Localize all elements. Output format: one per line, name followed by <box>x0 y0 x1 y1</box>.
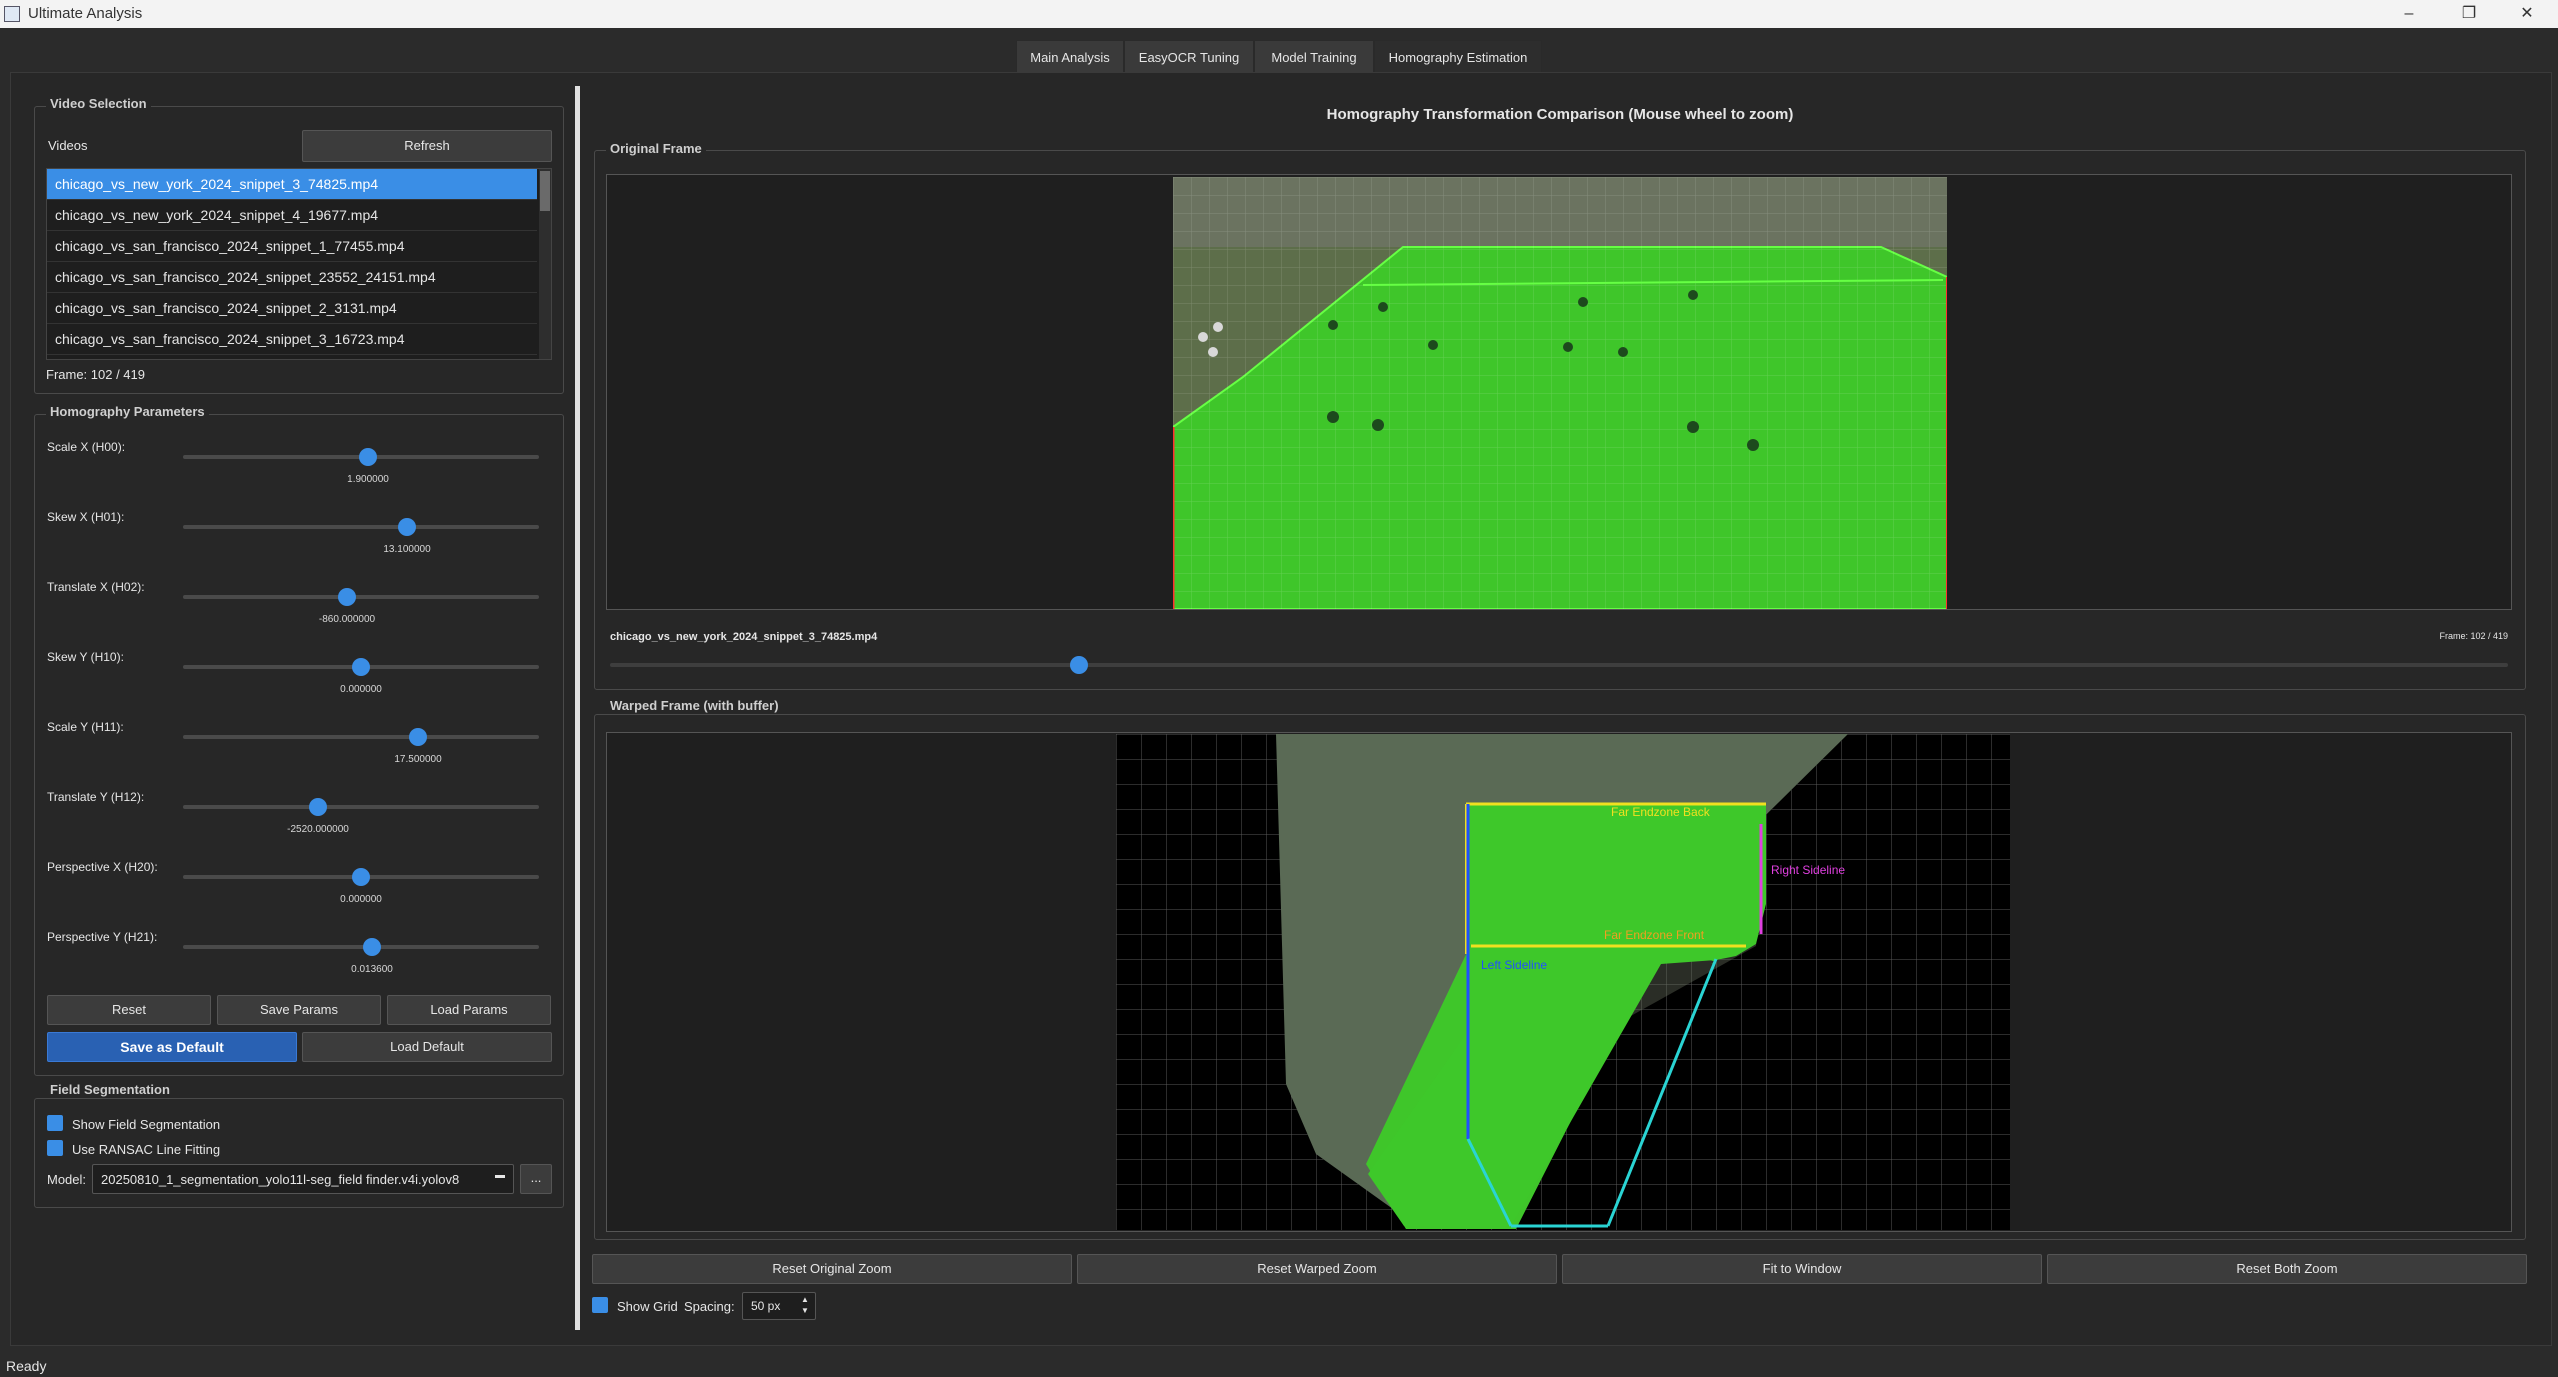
param-slider-handle[interactable] <box>309 798 327 816</box>
show-field-segmentation-label: Show Field Segmentation <box>72 1117 221 1132</box>
param-slider[interactable] <box>183 658 539 676</box>
list-item[interactable]: chicago_vs_new_york_2024_snippet_3_74825… <box>47 169 537 200</box>
tab-homography-estimation[interactable]: Homography Estimation <box>1374 40 1542 75</box>
load-params-button[interactable]: Load Params <box>387 995 551 1025</box>
param-label: Perspective X (H20): <box>47 860 158 874</box>
videos-label: Videos <box>48 138 88 153</box>
show-field-segmentation-checkbox[interactable] <box>47 1115 63 1131</box>
param-slider[interactable] <box>183 728 539 746</box>
warped-frame-view[interactable]: Far Endzone Back Right Sideline Far Endz… <box>606 732 2512 1232</box>
grid-spacing-spinbox[interactable]: 50 px ▲ ▼ <box>742 1292 816 1320</box>
status-text: Ready <box>6 1358 47 1374</box>
param-label: Scale X (H00): <box>47 440 126 454</box>
param-label: Translate Y (H12): <box>47 790 145 804</box>
fit-to-window-button[interactable]: Fit to Window <box>1562 1254 2042 1284</box>
frame-counter: Frame: 102 / 419 <box>46 367 145 382</box>
list-scrollbar[interactable] <box>539 169 551 359</box>
list-item[interactable]: chicago_vs_san_francisco_2024_snippet_2_… <box>47 293 537 324</box>
param-label: Skew Y (H10): <box>47 650 124 664</box>
splitter-handle[interactable] <box>575 86 580 1330</box>
save-params-button[interactable]: Save Params <box>217 995 381 1025</box>
close-button[interactable]: ✕ <box>2498 0 2556 28</box>
chevron-down-icon: ▬ <box>495 1170 505 1181</box>
warped-frame-image: Far Endzone Back Right Sideline Far Endz… <box>1116 734 2010 1230</box>
status-bar: Ready <box>0 1354 2558 1377</box>
app-icon <box>4 6 20 22</box>
param-slider[interactable] <box>183 868 539 886</box>
param-value: -2520.000000 <box>287 824 349 835</box>
minimize-button[interactable]: – <box>2380 0 2438 28</box>
param-slider-handle[interactable] <box>398 518 416 536</box>
warped-frame-title: Warped Frame (with buffer) <box>606 698 783 713</box>
reset-button[interactable]: Reset <box>47 995 211 1025</box>
video-list[interactable]: chicago_vs_new_york_2024_snippet_3_74825… <box>46 168 552 360</box>
homography-params-title: Homography Parameters <box>46 404 209 419</box>
param-slider[interactable] <box>183 938 539 956</box>
param-value: 0.000000 <box>340 684 382 695</box>
frame-scrubber-handle[interactable] <box>1070 656 1088 674</box>
tab-model-training[interactable]: Model Training <box>1254 40 1374 74</box>
model-label: Model: <box>47 1172 87 1187</box>
param-slider-handle[interactable] <box>352 868 370 886</box>
comparison-heading: Homography Transformation Comparison (Mo… <box>1326 106 1794 123</box>
list-item[interactable]: chicago_vs_san_francisco_2024_snippet_3_… <box>47 324 537 355</box>
load-default-button[interactable]: Load Default <box>302 1032 552 1062</box>
field-segmentation-title: Field Segmentation <box>46 1082 174 1097</box>
param-value: -860.000000 <box>318 614 376 625</box>
param-slider[interactable] <box>183 448 539 466</box>
tab-main-analysis[interactable]: Main Analysis <box>1016 40 1124 74</box>
model-select[interactable]: 20250810_1_segmentation_yolo11l-seg_fiel… <box>92 1164 514 1194</box>
frame-scrubber[interactable] <box>610 656 2508 674</box>
param-label: Skew X (H01): <box>47 510 125 524</box>
reset-original-zoom-button[interactable]: Reset Original Zoom <box>592 1254 1072 1284</box>
ransac-label: Use RANSAC Line Fitting <box>72 1142 221 1157</box>
right-sideline-label: Right Sideline <box>1771 863 1845 877</box>
model-value: 20250810_1_segmentation_yolo11l-seg_fiel… <box>101 1172 460 1187</box>
show-grid-checkbox[interactable] <box>592 1297 608 1313</box>
window-title: Ultimate Analysis <box>28 5 143 22</box>
title-bar: Ultimate Analysis – ❐ ✕ <box>0 0 2558 28</box>
param-label: Scale Y (H11): <box>47 720 124 734</box>
param-value: 0.013600 <box>351 964 393 975</box>
left-sideline-label: Left Sideline <box>1481 958 1547 972</box>
param-slider-handle[interactable] <box>359 448 377 466</box>
list-item[interactable]: chicago_vs_new_york_2024_snippet_4_19677… <box>47 200 537 231</box>
param-slider[interactable] <box>183 518 539 536</box>
param-value: 1.900000 <box>347 474 389 485</box>
original-frame-image <box>1173 177 1947 609</box>
param-label: Perspective Y (H21): <box>47 930 158 944</box>
param-slider-handle[interactable] <box>352 658 370 676</box>
video-filename: chicago_vs_new_york_2024_snippet_3_74825… <box>610 631 878 643</box>
refresh-button[interactable]: Refresh <box>302 130 552 162</box>
browse-model-button[interactable]: ... <box>520 1164 552 1194</box>
param-value: 0.000000 <box>340 894 382 905</box>
param-slider[interactable] <box>183 588 539 606</box>
param-slider[interactable] <box>183 798 539 816</box>
show-grid-label: Show Grid <box>617 1299 678 1314</box>
list-item[interactable]: chicago_vs_san_francisco_2024_snippet_23… <box>47 262 537 293</box>
param-slider-handle[interactable] <box>363 938 381 956</box>
far-endzone-front-label: Far Endzone Front <box>1604 928 1705 942</box>
scrollbar-thumb[interactable] <box>540 171 550 211</box>
far-endzone-back-label: Far Endzone Back <box>1611 805 1711 819</box>
param-slider-handle[interactable] <box>338 588 356 606</box>
list-item[interactable]: chicago_vs_san_francisco_2024_snippet_1_… <box>47 231 537 262</box>
video-selection-title: Video Selection <box>46 96 151 111</box>
spacing-label: Spacing: <box>684 1299 735 1314</box>
original-frame-view[interactable] <box>606 174 2512 610</box>
save-as-default-button[interactable]: Save as Default <box>47 1032 297 1062</box>
frame-counter-small: Frame: 102 / 419 <box>2439 631 2508 641</box>
param-label: Translate X (H02): <box>47 580 145 594</box>
tab-easyocr-tuning[interactable]: EasyOCR Tuning <box>1124 40 1254 74</box>
maximize-button[interactable]: ❐ <box>2440 0 2498 28</box>
ransac-checkbox[interactable] <box>47 1140 63 1156</box>
param-value: 17.500000 <box>394 754 442 765</box>
param-value: 13.100000 <box>383 544 431 555</box>
grid-spacing-value: 50 px <box>751 1299 781 1313</box>
reset-both-zoom-button[interactable]: Reset Both Zoom <box>2047 1254 2527 1284</box>
reset-warped-zoom-button[interactable]: Reset Warped Zoom <box>1077 1254 1557 1284</box>
param-slider-handle[interactable] <box>409 728 427 746</box>
spin-arrows-icon[interactable]: ▲ ▼ <box>801 1294 809 1316</box>
original-frame-title: Original Frame <box>606 141 706 156</box>
